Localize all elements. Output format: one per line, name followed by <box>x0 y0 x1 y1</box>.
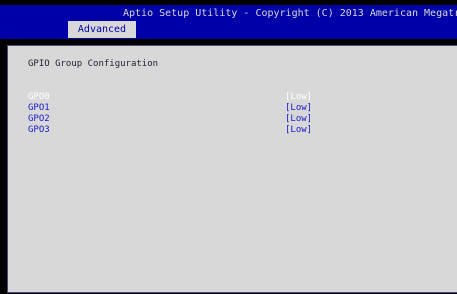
header-top-border <box>0 0 457 5</box>
setting-row-gpo1[interactable]: GPO1 [Low] <box>28 103 457 114</box>
setting-label: GPO2 <box>28 114 50 124</box>
section-title: GPIO Group Configuration <box>28 59 159 69</box>
setting-value[interactable]: [Low] <box>285 103 312 114</box>
setting-label: GPO0 <box>28 92 50 102</box>
header-bar: Aptio Setup Utility - Copyright (C) 2013… <box>0 0 457 39</box>
setting-label: GPO1 <box>28 103 50 113</box>
header-title: Aptio Setup Utility - Copyright (C) 2013… <box>123 8 457 19</box>
setting-value[interactable]: [Low] <box>285 125 312 136</box>
setting-row-gpo3[interactable]: GPO3 [Low] <box>28 125 457 136</box>
setting-value[interactable]: [Low] <box>285 114 312 125</box>
setting-value[interactable]: [Low] <box>285 92 312 103</box>
setting-row-gpo2[interactable]: GPO2 [Low] <box>28 114 457 125</box>
content-panel: GPIO Group Configuration GPO0 [Low] GPO1… <box>7 45 457 293</box>
setting-label: GPO3 <box>28 125 50 135</box>
bios-screen: Aptio Setup Utility - Copyright (C) 2013… <box>0 0 457 294</box>
tab-advanced[interactable]: Advanced <box>68 21 136 38</box>
setting-row-gpo0[interactable]: GPO0 [Low] <box>28 92 457 103</box>
